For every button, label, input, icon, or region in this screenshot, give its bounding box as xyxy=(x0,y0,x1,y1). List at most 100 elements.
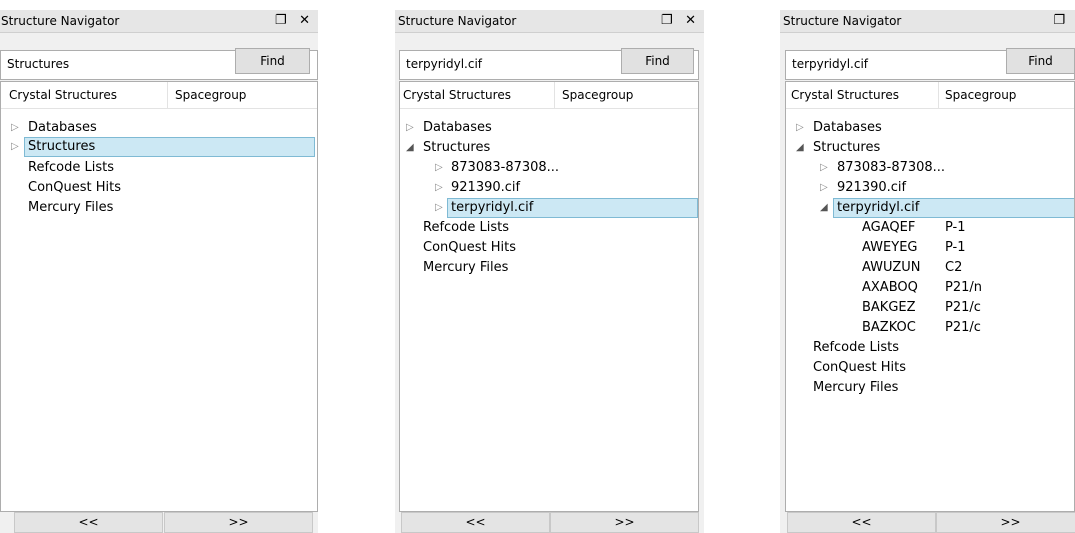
tree-item-label: 921390.cif xyxy=(451,180,521,195)
panel-titlebar[interactable]: Structure Navigator ❐ ✕ xyxy=(0,10,318,33)
next-button[interactable]: >> xyxy=(550,512,699,533)
expand-arrow-icon[interactable]: ▷ xyxy=(11,118,19,138)
expand-arrow-icon[interactable]: ▷ xyxy=(435,178,443,198)
tree-item-terpyridyl[interactable]: ▷ terpyridyl.cif xyxy=(400,198,698,218)
expand-arrow-icon[interactable]: ▷ xyxy=(11,137,19,157)
tree-item-label: Refcode Lists xyxy=(423,220,510,235)
panel-titlebar[interactable]: Structure Navigator ❐ ✕ xyxy=(395,10,704,33)
spacegroup-cell: P21/c xyxy=(945,320,981,335)
refcode-entry-row[interactable]: BAZKOC P21/c xyxy=(786,318,1074,338)
tree-item-label: terpyridyl.cif xyxy=(837,200,920,215)
tree-item-terpyridyl[interactable]: ◢ terpyridyl.cif xyxy=(786,198,1074,218)
previous-button[interactable]: << xyxy=(14,512,163,533)
next-button[interactable]: >> xyxy=(164,512,313,533)
column-header-crystal-structures[interactable]: Crystal Structures xyxy=(791,82,899,108)
tree-item-label: Mercury Files xyxy=(28,200,114,215)
tree-item-label: 873083-87308... xyxy=(451,160,560,175)
find-button[interactable]: Find xyxy=(1006,48,1075,74)
collapse-arrow-icon[interactable]: ◢ xyxy=(820,198,828,218)
previous-button[interactable]: << xyxy=(787,512,936,533)
tree-item-label: Structures xyxy=(423,140,491,155)
column-header-crystal-structures[interactable]: Crystal Structures xyxy=(403,82,511,108)
find-button[interactable]: Find xyxy=(621,48,694,74)
tree-item-label: ConQuest Hits xyxy=(813,360,906,375)
tree-item-mercury-files[interactable]: Mercury Files xyxy=(813,378,898,398)
tree-item-databases[interactable]: ▷ Databases xyxy=(400,118,698,138)
tree-item-mercury-files[interactable]: Mercury Files xyxy=(423,258,508,278)
expand-arrow-icon[interactable]: ▷ xyxy=(435,158,443,178)
column-header-spacegroup[interactable]: Spacegroup xyxy=(945,82,1016,108)
tree-item-label: ConQuest Hits xyxy=(423,240,516,255)
tree-item-structures[interactable]: ◢ Structures xyxy=(786,138,1074,158)
search-input-value: terpyridyl.cif xyxy=(406,57,483,71)
navigation-bar: << >> xyxy=(780,512,1075,533)
collapse-arrow-icon[interactable]: ◢ xyxy=(796,138,804,158)
float-close-icons[interactable]: ❐ ✕ xyxy=(661,10,700,32)
refcode-cell: AXABOQ xyxy=(862,280,918,295)
tree-header: Crystal Structures Spacegroup xyxy=(1,82,317,109)
refcode-cell: BAZKOC xyxy=(862,320,916,335)
refcode-entry-row[interactable]: BAKGEZ P21/c xyxy=(786,298,1074,318)
previous-button[interactable]: << xyxy=(401,512,550,533)
tree-item-921390[interactable]: ▷ 921390.cif xyxy=(400,178,698,198)
tree-item-databases[interactable]: ▷ Databases xyxy=(1,118,317,138)
tree-item-conquest-hits[interactable]: ConQuest Hits xyxy=(813,358,906,378)
column-separator[interactable] xyxy=(554,82,555,108)
column-header-spacegroup[interactable]: Spacegroup xyxy=(562,82,633,108)
collapse-arrow-icon[interactable]: ◢ xyxy=(406,138,414,158)
panel-titlebar[interactable]: Structure Navigator ❐ xyxy=(780,10,1075,33)
refcode-entry-row[interactable]: AXABOQ P21/n xyxy=(786,278,1074,298)
next-button[interactable]: >> xyxy=(936,512,1075,533)
tree-item-921390[interactable]: ▷ 921390.cif xyxy=(786,178,1074,198)
tree-item-mercury-files[interactable]: Mercury Files xyxy=(28,198,113,218)
expand-arrow-icon[interactable]: ▷ xyxy=(406,118,414,138)
tree-item-conquest-hits[interactable]: ConQuest Hits xyxy=(423,238,516,258)
panel-title: Structure Navigator xyxy=(783,14,902,28)
expand-arrow-icon[interactable]: ▷ xyxy=(820,178,828,198)
tree-item-label: Mercury Files xyxy=(813,380,899,395)
tree-item-label: Refcode Lists xyxy=(813,340,900,355)
refcode-cell: AGAQEF xyxy=(862,220,916,235)
tree-item-label: Databases xyxy=(28,120,97,135)
tree-item-label: Databases xyxy=(423,120,492,135)
tree-header: Crystal Structures Spacegroup xyxy=(400,82,698,109)
expand-arrow-icon[interactable]: ▷ xyxy=(820,158,828,178)
tree-item-conquest-hits[interactable]: ConQuest Hits xyxy=(28,178,121,198)
tree-item-structures[interactable]: ▷ Structures xyxy=(1,137,317,157)
refcode-entry-row[interactable]: AWUZUN C2 xyxy=(786,258,1074,278)
column-header-crystal-structures[interactable]: Crystal Structures xyxy=(9,82,117,108)
float-icon[interactable]: ❐ xyxy=(1053,10,1069,32)
expand-arrow-icon[interactable]: ▷ xyxy=(435,198,443,218)
spacegroup-cell: P21/n xyxy=(945,280,983,295)
column-header-spacegroup[interactable]: Spacegroup xyxy=(175,82,246,108)
expand-arrow-icon[interactable]: ▷ xyxy=(796,118,804,138)
spacegroup-cell: P21/c xyxy=(945,300,981,315)
tree-item-label: Mercury Files xyxy=(423,260,509,275)
structure-navigator-panel-3: Structure Navigator ❐ terpyridyl.cif Fin… xyxy=(780,10,1075,533)
structure-tree[interactable]: Crystal Structures Spacegroup ▷ Database… xyxy=(399,81,699,512)
structure-tree[interactable]: Crystal Structures Spacegroup ▷ Database… xyxy=(785,81,1075,512)
refcode-entry-row[interactable]: AGAQEF P-1 xyxy=(786,218,1074,238)
spacegroup-cell: P-1 xyxy=(945,240,966,255)
search-input-value: terpyridyl.cif xyxy=(792,57,869,71)
tree-item-refcode-lists[interactable]: Refcode Lists xyxy=(813,338,899,358)
column-separator[interactable] xyxy=(938,82,939,108)
navigation-bar: << >> xyxy=(395,512,704,533)
structure-navigator-panel-1: Structure Navigator ❐ ✕ Structures Find … xyxy=(0,10,318,533)
tree-header: Crystal Structures Spacegroup xyxy=(786,82,1074,109)
refcode-entry-row[interactable]: AWEYEG P-1 xyxy=(786,238,1074,258)
tree-item-refcode-lists[interactable]: Refcode Lists xyxy=(28,158,114,178)
column-separator[interactable] xyxy=(167,82,168,108)
tree-item-databases[interactable]: ▷ Databases xyxy=(786,118,1074,138)
tree-item-refcode-lists[interactable]: Refcode Lists xyxy=(423,218,509,238)
float-close-icons[interactable]: ❐ ✕ xyxy=(275,10,314,32)
tree-item-label: Structures xyxy=(28,139,96,154)
tree-item-873083[interactable]: ▷ 873083-87308... xyxy=(786,158,1074,178)
tree-item-label: Databases xyxy=(813,120,882,135)
search-input-value: Structures xyxy=(7,57,70,71)
find-button[interactable]: Find xyxy=(235,48,310,74)
tree-item-structures[interactable]: ◢ Structures xyxy=(400,138,698,158)
tree-item-label: Refcode Lists xyxy=(28,160,115,175)
structure-tree[interactable]: Crystal Structures Spacegroup ▷ Database… xyxy=(0,81,318,512)
tree-item-873083[interactable]: ▷ 873083-87308... xyxy=(400,158,698,178)
